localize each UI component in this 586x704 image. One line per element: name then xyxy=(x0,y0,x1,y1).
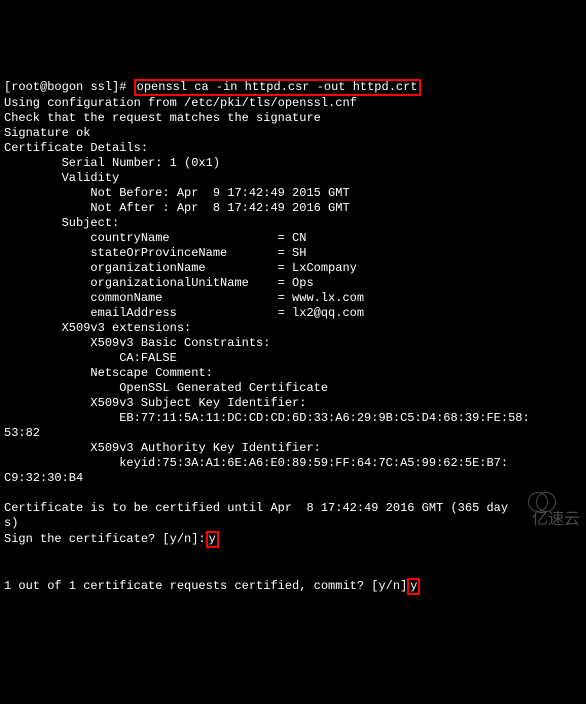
netscape-comment-label: Netscape Comment: xyxy=(90,366,212,380)
certify-until-cont: s) xyxy=(4,516,18,530)
validity-label: Validity xyxy=(62,171,120,185)
sign-prompt: Sign the certificate? [y/n]: xyxy=(4,532,206,546)
command-text: openssl ca -in httpd.csr -out httpd.crt xyxy=(137,80,418,94)
shell-prompt: [root@bogon ssl]# xyxy=(4,80,134,94)
commit-answer-highlight: y xyxy=(407,578,420,595)
x509-header: X509v3 extensions: xyxy=(62,321,192,335)
netscape-comment-value: OpenSSL Generated Certificate xyxy=(119,381,328,395)
serial-number: Serial Number: 1 (0x1) xyxy=(62,156,220,170)
authority-key-id-label: X509v3 Authority Key Identifier: xyxy=(90,441,320,455)
not-after: Not After : Apr 8 17:42:49 2016 GMT xyxy=(90,201,349,215)
output-line: Using configuration from /etc/pki/tls/op… xyxy=(4,96,357,110)
subject-label: Subject: xyxy=(62,216,120,230)
basic-constraints-label: X509v3 Basic Constraints: xyxy=(90,336,270,350)
subject-country: CN xyxy=(292,231,306,245)
watermark: 亿速云 xyxy=(514,477,580,528)
basic-constraints-value: CA:FALSE xyxy=(119,351,177,365)
not-before: Not Before: Apr 9 17:42:49 2015 GMT xyxy=(90,186,349,200)
authority-key-id-value-cont: C9:32:30:B4 xyxy=(4,471,83,485)
subject-state: SH xyxy=(292,246,306,260)
terminal-output[interactable]: [root@bogon ssl]# openssl ca -in httpd.c… xyxy=(0,60,586,599)
sign-answer: y xyxy=(209,532,216,546)
subject-org: LxCompany xyxy=(292,261,357,275)
output-line: Check that the request matches the signa… xyxy=(4,111,321,125)
command-highlight: openssl ca -in httpd.csr -out httpd.crt xyxy=(134,79,421,96)
subject-cn: www.lx.com xyxy=(292,291,364,305)
output-line: Signature ok xyxy=(4,126,90,140)
subject-ou: Ops xyxy=(292,276,314,290)
subject-key-id-value-cont: 53:82 xyxy=(4,426,40,440)
subject-key-id-value: EB:77:11:5A:11:DC:CD:CD:6D:33:A6:29:9B:C… xyxy=(119,411,529,425)
subject-key-id-label: X509v3 Subject Key Identifier: xyxy=(90,396,306,410)
commit-answer: y xyxy=(410,579,417,593)
commit-prompt: 1 out of 1 certificate requests certifie… xyxy=(4,579,407,593)
sign-answer-highlight: y xyxy=(206,531,219,548)
certify-until: Certificate is to be certified until Apr… xyxy=(4,501,508,515)
watermark-text: 亿速云 xyxy=(532,511,580,528)
authority-key-id-value: keyid:75:3A:A1:6E:A6:E0:89:59:FF:64:7C:A… xyxy=(119,456,508,470)
subject-email: lx2@qq.com xyxy=(292,306,364,320)
output-line: Certificate Details: xyxy=(4,141,148,155)
watermark-circle-icon xyxy=(536,492,556,512)
